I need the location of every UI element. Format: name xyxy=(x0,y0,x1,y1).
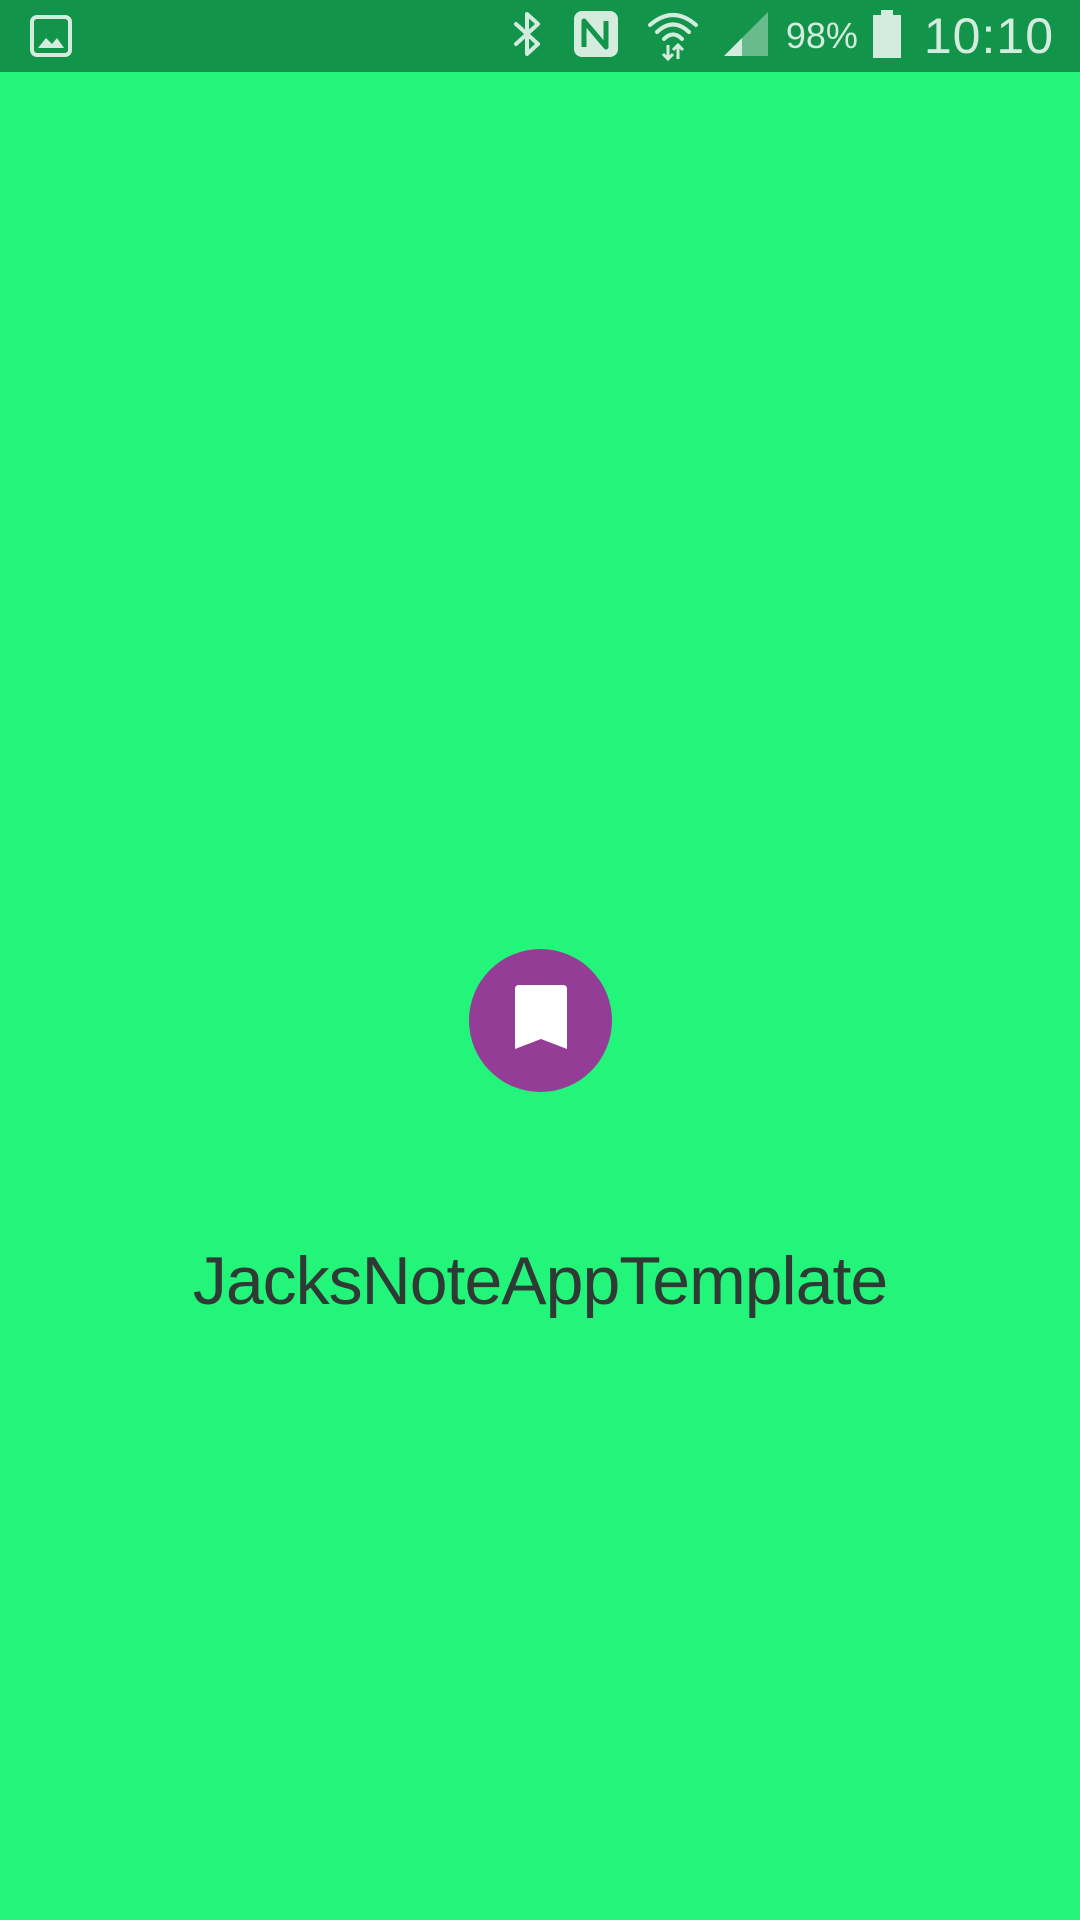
bookmark-icon xyxy=(514,985,567,1056)
wifi-icon xyxy=(646,7,700,66)
status-bar: 98% 10:10 xyxy=(0,0,1080,72)
gallery-image-icon xyxy=(30,15,72,62)
app-name: JacksNoteAppTemplate xyxy=(192,1243,888,1319)
splash-screen: JacksNoteAppTemplate xyxy=(0,72,1080,1920)
cellular-signal-icon xyxy=(722,10,770,63)
status-icons: 98% 10:10 xyxy=(510,0,1054,72)
battery-percent: 98% xyxy=(785,15,858,56)
nfc-icon xyxy=(572,9,620,64)
app-logo xyxy=(469,949,612,1092)
bluetooth-icon xyxy=(510,10,546,63)
battery-icon xyxy=(872,9,902,63)
status-clock: 10:10 xyxy=(923,8,1054,64)
